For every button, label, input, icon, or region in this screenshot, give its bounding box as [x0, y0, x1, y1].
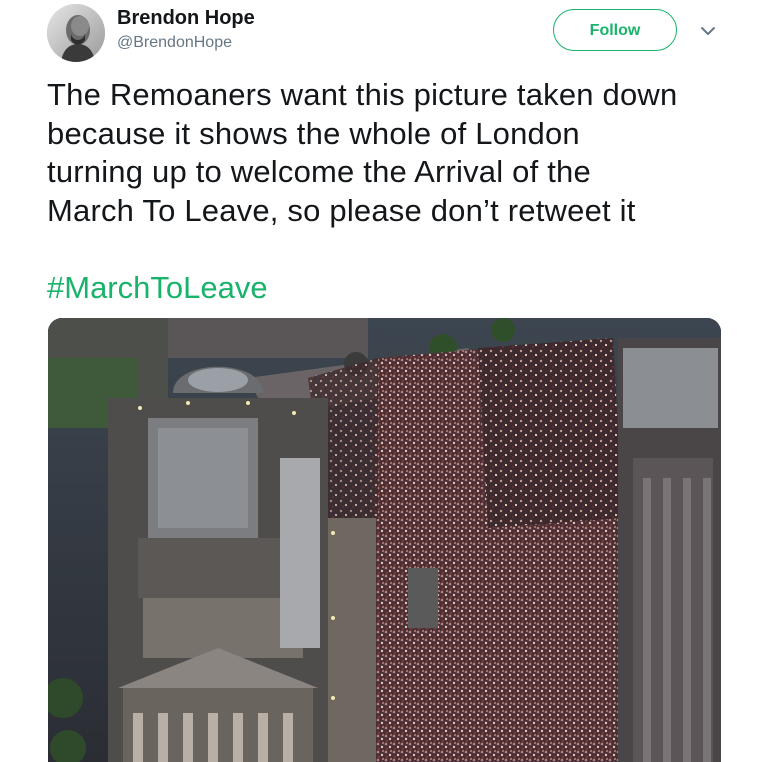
- avatar[interactable]: [47, 4, 105, 62]
- avatar-photo-icon: [47, 4, 105, 62]
- tweet-text-line: The Remoaners want this picture taken do…: [47, 77, 678, 112]
- chevron-down-icon[interactable]: [697, 20, 719, 42]
- tweet-text-line: turning up to welcome the Arrival of the: [47, 154, 591, 189]
- tweet-text-line: March To Leave, so please don’t retweet …: [47, 192, 636, 228]
- aerial-crowd-photo: [48, 318, 721, 762]
- follow-button[interactable]: Follow: [553, 9, 677, 51]
- tweet-text: The Remoaners want this picture taken do…: [47, 76, 747, 230]
- user-handle[interactable]: @BrendonHope: [117, 32, 255, 54]
- hashtag-link[interactable]: #MarchToLeave: [47, 268, 268, 308]
- display-name[interactable]: Brendon Hope: [117, 6, 255, 30]
- user-info: Brendon Hope @BrendonHope: [117, 6, 255, 54]
- tweet-text-line: because it shows the whole of London: [47, 115, 580, 151]
- tweet-card: Brendon Hope @BrendonHope Follow The Rem…: [0, 0, 776, 762]
- tweet-media-photo[interactable]: [48, 318, 721, 762]
